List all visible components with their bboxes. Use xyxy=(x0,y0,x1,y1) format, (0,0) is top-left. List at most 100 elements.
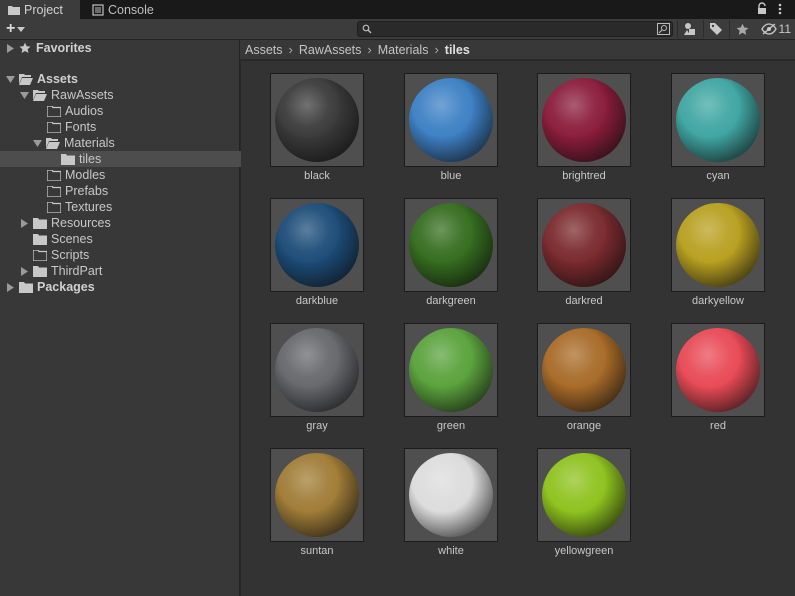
material-tile[interactable]: darkyellow xyxy=(671,198,765,318)
material-tile[interactable]: darkgreen xyxy=(404,198,498,318)
collapse-arrow-icon[interactable] xyxy=(6,75,15,84)
material-tile[interactable]: orange xyxy=(537,323,631,443)
tree-item-scenes[interactable]: Scenes xyxy=(0,231,272,247)
tree-item-label: Textures xyxy=(65,200,113,214)
material-name: darkyellow xyxy=(692,295,744,307)
material-preview[interactable] xyxy=(671,198,765,292)
shapes-icon xyxy=(684,23,695,35)
material-preview[interactable] xyxy=(537,323,631,417)
tree-item-label: Packages xyxy=(37,280,95,294)
kebab-menu-icon[interactable] xyxy=(773,2,787,16)
material-preview[interactable] xyxy=(537,448,631,542)
tree-item-label: tiles xyxy=(79,152,102,166)
material-sphere-icon xyxy=(409,328,493,412)
breadcrumb-item-materials[interactable]: Materials xyxy=(378,43,429,57)
material-preview[interactable] xyxy=(270,448,364,542)
folder-icon xyxy=(8,5,20,15)
folder-icon xyxy=(33,233,47,245)
material-tile[interactable]: white xyxy=(404,448,498,568)
star-icon xyxy=(736,23,748,35)
search-by-type-button[interactable] xyxy=(677,20,702,38)
material-tile[interactable]: yellowgreen xyxy=(537,448,631,568)
material-preview[interactable] xyxy=(537,198,631,292)
search-by-label-button[interactable] xyxy=(703,20,728,38)
breadcrumb-item-rawassets[interactable]: RawAssets xyxy=(299,43,362,57)
search-field[interactable] xyxy=(357,21,673,37)
folder-icon xyxy=(33,217,47,229)
material-preview[interactable] xyxy=(537,73,631,167)
tab-project[interactable]: Project xyxy=(0,0,80,19)
material-tile[interactable]: black xyxy=(270,73,364,193)
folder-icon xyxy=(47,185,61,197)
hidden-packages-toggle[interactable]: 11 xyxy=(760,20,791,38)
material-sphere-icon xyxy=(275,78,359,162)
material-name: cyan xyxy=(706,170,730,182)
chevron-right-icon: › xyxy=(288,42,293,57)
expand-arrow-icon[interactable] xyxy=(20,266,29,276)
material-preview[interactable] xyxy=(404,73,498,167)
folder-icon xyxy=(47,169,61,181)
material-tile[interactable]: suntan xyxy=(270,448,364,568)
material-sphere-icon xyxy=(542,453,626,537)
expand-arrow-icon[interactable] xyxy=(6,282,15,292)
material-preview[interactable] xyxy=(671,73,765,167)
material-preview[interactable] xyxy=(270,73,364,167)
material-name: darkblue xyxy=(295,295,339,307)
material-preview[interactable] xyxy=(671,323,765,417)
tree-item-label: Prefabs xyxy=(65,184,109,198)
hidden-count-value: 11 xyxy=(778,22,791,36)
material-preview[interactable] xyxy=(404,448,498,542)
expand-arrow-icon[interactable] xyxy=(6,43,15,53)
material-tile[interactable]: darkred xyxy=(537,198,631,318)
project-toolbar: + 11 xyxy=(0,19,795,40)
material-tile[interactable]: cyan xyxy=(671,73,765,193)
material-tile[interactable]: brightred xyxy=(537,73,631,193)
tree-item-label: Scenes xyxy=(51,232,93,246)
asset-grid: black blue brightred cyan darkblue darkgreen d… xyxy=(241,61,795,596)
material-tile[interactable]: gray xyxy=(270,323,364,443)
tree-item-favorites[interactable]: Favorites xyxy=(0,40,245,56)
tree-item-resources[interactable]: Resources xyxy=(0,215,259,231)
lock-icon[interactable] xyxy=(755,2,769,16)
favorites-toggle-button[interactable] xyxy=(729,20,754,38)
material-tile[interactable]: blue xyxy=(404,73,498,193)
material-preview[interactable] xyxy=(270,198,364,292)
breadcrumb-item-tiles[interactable]: tiles xyxy=(445,43,470,57)
material-sphere-icon xyxy=(409,453,493,537)
create-button[interactable]: + xyxy=(6,21,34,37)
material-preview[interactable] xyxy=(404,323,498,417)
tree-item-thirdpart[interactable]: ThirdPart xyxy=(0,263,259,279)
tree-item-label: Favorites xyxy=(36,41,92,55)
tree-item-label: Assets xyxy=(37,72,78,86)
material-sphere-icon xyxy=(275,203,359,287)
tree-item-materials[interactable]: Materials xyxy=(0,135,272,151)
tag-icon xyxy=(710,23,722,35)
tree-item-packages[interactable]: Packages xyxy=(0,279,245,295)
material-tile[interactable]: darkblue xyxy=(270,198,364,318)
collapse-arrow-icon[interactable] xyxy=(20,91,29,100)
search-input[interactable] xyxy=(376,22,646,36)
material-sphere-icon xyxy=(409,78,493,162)
material-name: blue xyxy=(440,170,462,182)
tab-console[interactable]: Console xyxy=(84,0,164,19)
tree-item-rawassets[interactable]: RawAssets xyxy=(0,87,259,103)
material-tile[interactable]: red xyxy=(671,323,765,443)
open-folder-icon xyxy=(46,137,60,149)
material-preview[interactable] xyxy=(404,198,498,292)
collapse-arrow-icon[interactable] xyxy=(33,139,42,148)
material-sphere-icon xyxy=(676,328,760,412)
material-tile[interactable]: green xyxy=(404,323,498,443)
tree-item-assets[interactable]: Assets xyxy=(0,71,245,87)
material-name: suntan xyxy=(300,545,334,557)
search-filter-icon[interactable] xyxy=(657,23,670,35)
breadcrumb-item-assets[interactable]: Assets xyxy=(245,43,283,57)
tree-item-label: RawAssets xyxy=(51,88,114,102)
tree-item-label: Modles xyxy=(65,168,106,182)
tree-item-scripts[interactable]: Scripts xyxy=(0,247,272,263)
tree-item-label: ThirdPart xyxy=(51,264,103,278)
expand-arrow-icon[interactable] xyxy=(20,218,29,228)
tree-item-label: Fonts xyxy=(65,120,97,134)
window-tab-bar: Project Console xyxy=(0,0,795,19)
project-folder-tree: Favorites Assets RawAssets Audios Fonts … xyxy=(0,40,300,596)
material-preview[interactable] xyxy=(270,323,364,417)
